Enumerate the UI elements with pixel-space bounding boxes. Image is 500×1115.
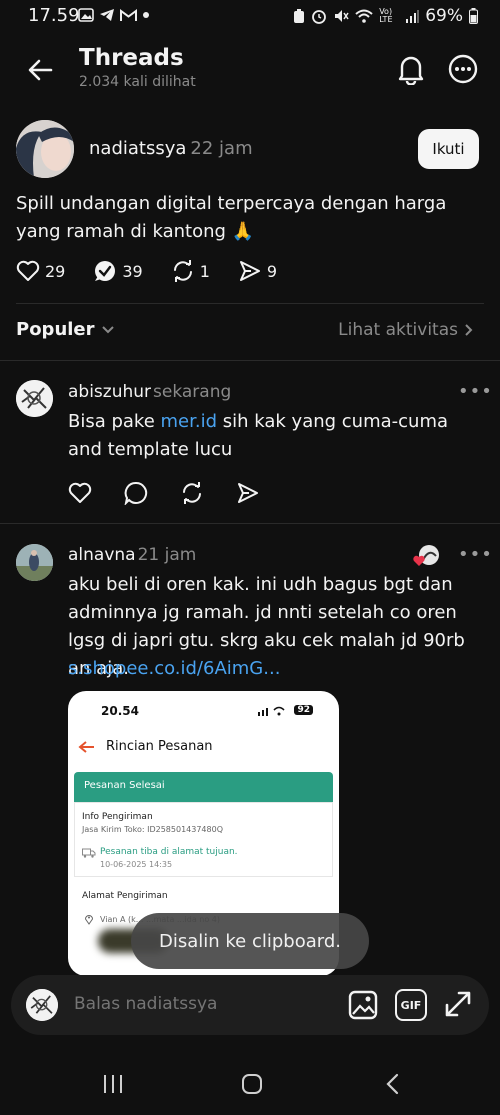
liked-by-author-icon	[413, 545, 439, 566]
avatar[interactable]	[16, 544, 53, 581]
mute-icon	[335, 10, 349, 22]
reply-text: Bisa pake mer.id sih kak yang cuma-cuma …	[68, 408, 478, 464]
reply-input[interactable]	[74, 994, 324, 1014]
like-button[interactable]: 29	[16, 260, 65, 282]
comment-button[interactable]: 39	[93, 259, 143, 283]
gmail-icon	[120, 8, 137, 21]
share-button[interactable]: 9	[238, 259, 277, 283]
expand-icon[interactable]	[443, 989, 473, 1019]
chevron-right-icon	[465, 324, 473, 336]
reply-username[interactable]: abiszuhur sekarang	[68, 382, 231, 402]
system-icons: Vo) LTE 69%	[293, 6, 478, 26]
status-time: 17.59	[28, 5, 80, 26]
profile-photo-icon	[16, 120, 74, 178]
reply-more-button[interactable]: •••	[458, 381, 493, 402]
sort-dropdown[interactable]: Populer	[16, 319, 115, 340]
sketch-avatar-icon	[16, 380, 53, 417]
heart-icon[interactable]	[68, 482, 92, 504]
divider	[16, 303, 484, 304]
back-arrow-icon[interactable]	[26, 56, 54, 84]
sort-label: Populer	[16, 319, 95, 340]
post-time: 22 jam	[190, 138, 253, 159]
username[interactable]: abiszuhur	[68, 382, 151, 402]
more-options-icon[interactable]	[448, 54, 478, 84]
divider	[0, 523, 500, 524]
reply-time: sekarang	[153, 382, 232, 402]
like-count: 29	[45, 261, 66, 281]
gif-button[interactable]: GIF	[395, 989, 427, 1021]
image-courier: Jasa Kirim Toko: ID258501437480Q	[82, 825, 223, 834]
divider	[0, 360, 500, 361]
comment-icon[interactable]	[124, 481, 148, 505]
follow-button[interactable]: Ikuti	[418, 129, 479, 169]
comment-count: 39	[122, 261, 143, 281]
image-arrived: Pesanan tiba di alamat tujuan.	[100, 847, 238, 857]
reply-text-part: Bisa pake	[68, 411, 161, 432]
image-attach-icon[interactable]	[347, 989, 379, 1021]
location-pin-icon	[84, 915, 94, 925]
home-icon[interactable]	[240, 1073, 264, 1095]
signal-icon	[406, 10, 420, 23]
lock-battery-icon	[294, 9, 305, 23]
battery-percent: 69%	[425, 6, 463, 26]
activity-label: Lihat aktivitas	[338, 320, 458, 340]
repost-count: 1	[199, 261, 210, 281]
username[interactable]: alnavna	[68, 545, 136, 565]
avatar[interactable]	[16, 120, 74, 178]
toast-message: Disalin ke clipboard.	[131, 913, 369, 969]
share-icon	[239, 261, 260, 281]
image-address-title: Alamat Pengiriman	[82, 891, 168, 901]
view-count: 2.034 kali dilihat	[79, 74, 196, 90]
page-title: Threads	[79, 45, 184, 71]
profile-photo-icon	[16, 544, 53, 581]
repost-button[interactable]: 1	[171, 259, 210, 283]
avatar[interactable]	[16, 380, 53, 417]
repost-icon[interactable]	[180, 481, 204, 505]
gif-label: GIF	[400, 998, 422, 1012]
nav-back-icon[interactable]	[385, 1073, 401, 1095]
username[interactable]: nadiatssya	[89, 138, 186, 159]
reply-more-button[interactable]: •••	[458, 544, 493, 565]
comment-check-icon	[95, 261, 116, 281]
image-title: Rincian Pesanan	[106, 739, 213, 754]
post-text: Spill undangan digital terpercaya dengan…	[16, 193, 447, 242]
image-arrived-time: 10-06-2025 14:35	[100, 860, 173, 869]
image-time: 20.54	[101, 704, 139, 718]
reply-actions	[68, 481, 260, 505]
image-signal-icon	[258, 706, 285, 716]
recent-apps-icon[interactable]	[101, 1073, 125, 1095]
network-label: Vo) LTE	[379, 7, 393, 24]
image-back-arrow-icon	[78, 741, 94, 753]
status-bar: 17.59 Vo) LTE 69%	[0, 0, 500, 34]
image-ship-info: Info Pengiriman	[82, 812, 153, 822]
post-username[interactable]: nadiatssya 22 jam	[89, 138, 253, 159]
battery-icon	[469, 8, 478, 24]
truck-icon	[82, 848, 96, 858]
alarm-icon	[312, 10, 327, 24]
share-count: 9	[266, 261, 278, 281]
repost-icon	[173, 260, 192, 282]
notification-icons	[78, 8, 150, 22]
reply-time: 21 jam	[137, 545, 197, 565]
share-icon[interactable]	[236, 481, 260, 505]
image-status-banner: Pesanan Selesai	[74, 772, 333, 802]
view-activity-link[interactable]: Lihat aktivitas	[338, 320, 474, 340]
gallery-icon	[78, 8, 94, 22]
dot-icon	[143, 12, 149, 18]
bell-icon[interactable]	[396, 53, 426, 85]
telegram-icon	[100, 9, 114, 21]
chevron-down-icon	[101, 325, 114, 333]
reply-username[interactable]: alnavna 21 jam	[68, 545, 196, 565]
image-battery: 92	[294, 705, 313, 715]
reply-link[interactable]: mer.id	[161, 411, 218, 432]
sketch-avatar-icon	[26, 989, 58, 1021]
avatar	[26, 989, 58, 1021]
heart-icon	[16, 260, 40, 281]
reply-link[interactable]: s.shopee.co.id/6AimG...	[68, 655, 280, 683]
post-actions: 29 39 1 9	[16, 259, 305, 283]
wifi-icon	[355, 9, 373, 23]
